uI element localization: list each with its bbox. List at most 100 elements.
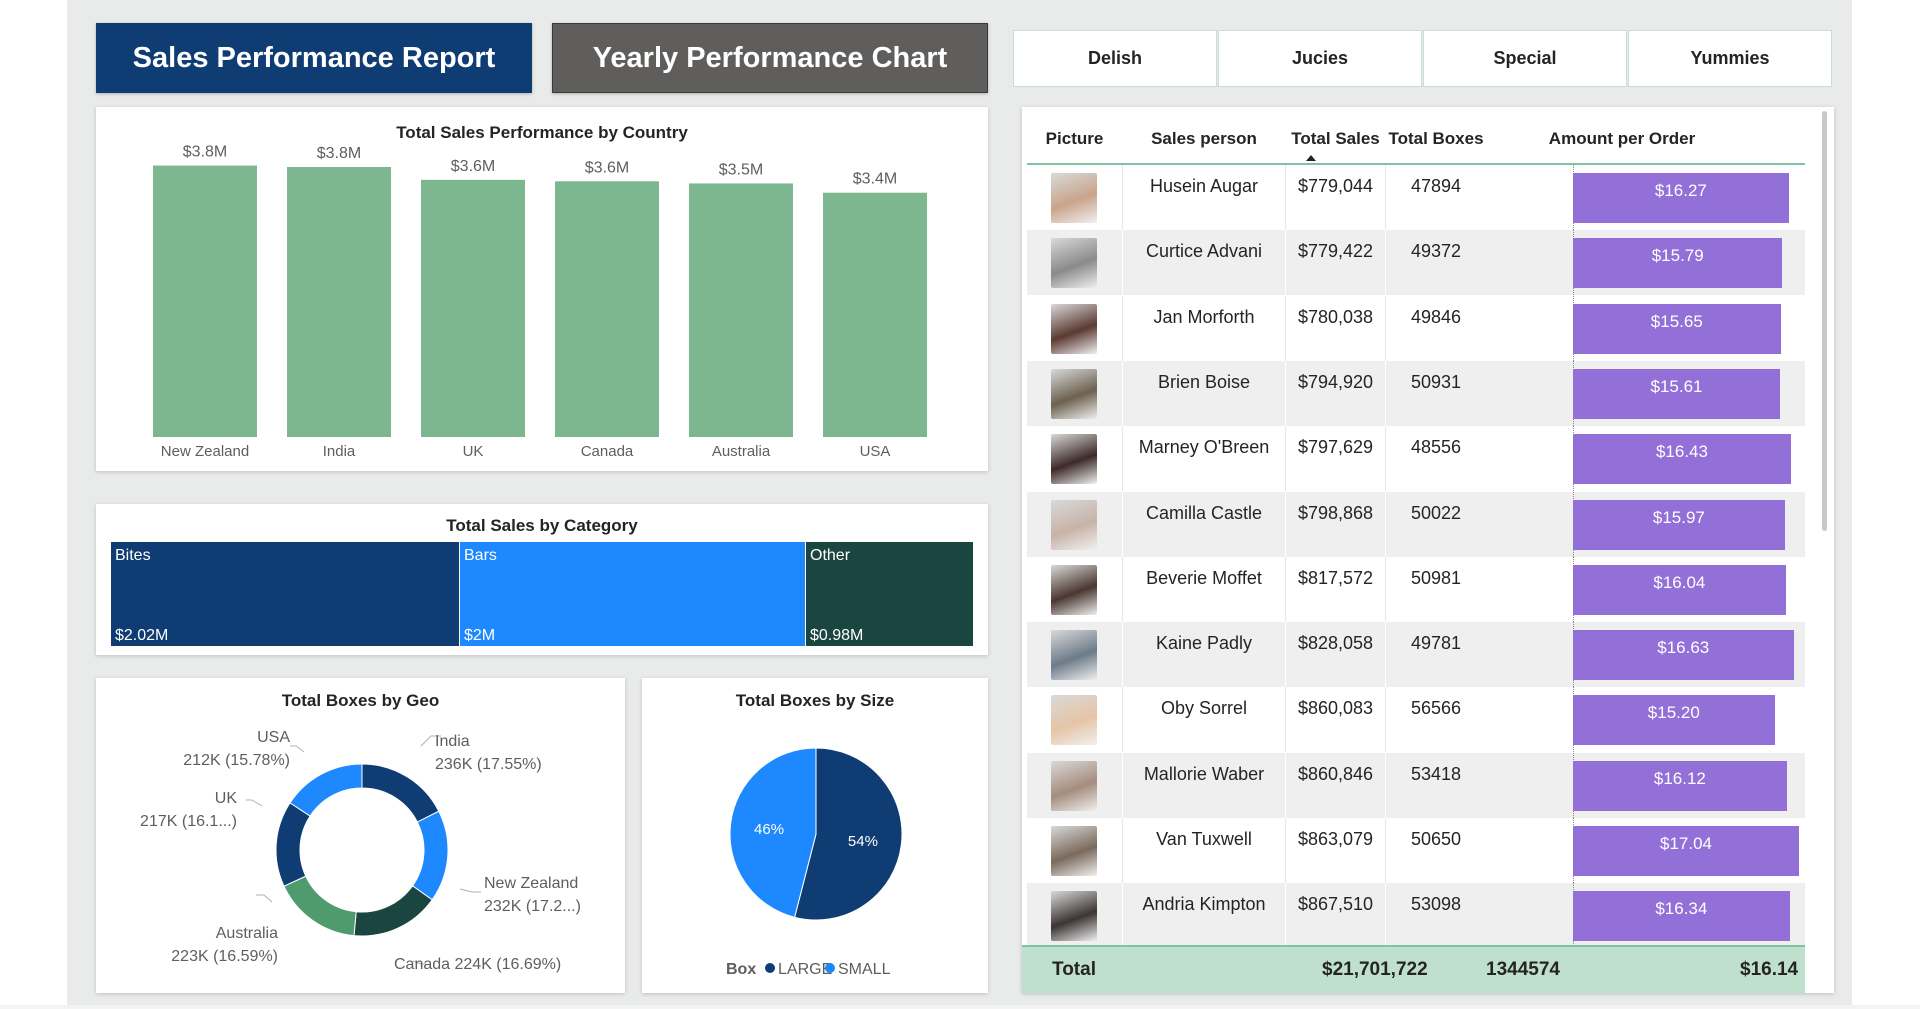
- table-row[interactable]: Beverie Moffet $817,572 50981 $16.04: [1027, 556, 1805, 622]
- amount-per-order-bar: $15.65: [1573, 303, 1781, 354]
- legend-marker: [765, 963, 775, 973]
- total-sales-cell: $798,868: [1297, 502, 1374, 523]
- avatar: [1051, 434, 1097, 485]
- avatar: [1051, 695, 1097, 746]
- donut-slice[interactable]: [275, 802, 311, 887]
- donut-slice[interactable]: [289, 763, 363, 817]
- table-total-row: Total $21,701,722 1344574 $16.14: [1022, 945, 1805, 993]
- sales-person-name: Marney O'Breen: [1138, 437, 1270, 458]
- size-pie-chart: 54% 46% Box LARGE SMALL: [726, 747, 903, 978]
- table-header: Picture Sales person Total Sales Total B…: [1027, 112, 1805, 165]
- x-tick-label: USA: [860, 443, 891, 460]
- table-row[interactable]: Jan Morforth $780,038 49846 $15.65: [1027, 295, 1805, 361]
- total-sales-value: $21,701,722: [1322, 959, 1428, 980]
- total-boxes-cell: 50931: [1410, 371, 1462, 392]
- total-boxes-cell: 56566: [1410, 698, 1462, 719]
- avatar: [1051, 564, 1097, 615]
- amount-per-order-bar: $17.04: [1573, 826, 1799, 876]
- donut-slice[interactable]: [283, 875, 357, 937]
- total-boxes-cell: 50022: [1410, 502, 1462, 523]
- sales-person-name: Camilla Castle: [1145, 502, 1263, 523]
- legend-marker: [825, 963, 835, 973]
- total-sales-cell: $780,038: [1297, 306, 1374, 327]
- total-boxes-cell: 49846: [1410, 306, 1462, 327]
- donut-data-label: Australia: [216, 925, 278, 942]
- column-header-picture[interactable]: Picture: [1027, 112, 1122, 165]
- chart-title: Total Sales by Category: [446, 516, 638, 535]
- total-boxes-cell: 50981: [1410, 567, 1462, 588]
- avatar: [1051, 173, 1097, 223]
- total-sales-cell: $817,572: [1297, 567, 1374, 588]
- column-header-total-boxes[interactable]: Total Boxes: [1386, 112, 1486, 165]
- table-row[interactable]: Oby Sorrel $860,083 56566 $15.20: [1027, 687, 1805, 753]
- yearly-performance-chart-button[interactable]: Yearly Performance Chart: [552, 23, 988, 93]
- donut-slice[interactable]: [411, 810, 449, 901]
- tile-label: Other: [810, 547, 851, 564]
- bar-data-label: $3.6M: [451, 158, 495, 175]
- country-bar[interactable]: [689, 183, 793, 437]
- legend-title: Box: [726, 961, 756, 978]
- bar-data-label: $3.8M: [183, 144, 227, 161]
- total-sales-cell: $794,920: [1297, 371, 1374, 392]
- donut-data-label: 223K (16.59%): [171, 948, 278, 965]
- treemap-tile-bites[interactable]: Bites $2.02M: [111, 542, 459, 646]
- legend-item-label[interactable]: SMALL: [838, 961, 891, 978]
- tile-value: $2M: [464, 627, 496, 644]
- table-row[interactable]: Camilla Castle $798,868 50022 $15.97: [1027, 491, 1805, 557]
- country-bar[interactable]: [421, 179, 525, 437]
- table-row[interactable]: Andria Kimpton $867,510 53098 $16.34: [1027, 883, 1805, 949]
- treemap-tile-bars[interactable]: Bars $2M: [460, 542, 805, 646]
- total-boxes-cell: 49781: [1410, 633, 1462, 654]
- avatar: [1051, 238, 1097, 289]
- sales-person-name: Brien Boise: [1157, 371, 1251, 392]
- amount-per-order-bar: $15.97: [1573, 499, 1785, 550]
- sales-performance-report-button[interactable]: Sales Performance Report: [96, 23, 532, 93]
- country-bar[interactable]: [287, 167, 391, 437]
- tab-jucies[interactable]: Jucies: [1218, 30, 1422, 87]
- table-row[interactable]: Van Tuxwell $863,079 50650 $17.04: [1027, 818, 1805, 883]
- sales-person-name: Husein Augar: [1149, 176, 1259, 196]
- tab-special[interactable]: Special: [1423, 30, 1627, 87]
- table-row[interactable]: Kaine Padly $828,058 49781 $16.63: [1027, 622, 1805, 688]
- donut-data-label: 217K (16.1...): [140, 813, 237, 830]
- sales-person-name: Kaine Padly: [1155, 633, 1253, 654]
- legend-item-label[interactable]: LARGE: [778, 961, 832, 978]
- column-header-amount-per-order[interactable]: Amount per Order: [1487, 112, 1757, 165]
- sort-ascending-icon: [1306, 155, 1316, 161]
- tab-yummies[interactable]: Yummies: [1628, 30, 1832, 87]
- tile-label: Bars: [464, 547, 497, 564]
- tab-delish[interactable]: Delish: [1013, 30, 1217, 87]
- avatar: [1051, 630, 1097, 681]
- table-scrollbar-thumb[interactable]: [1822, 111, 1827, 531]
- pie-data-label: 46%: [754, 821, 784, 838]
- sales-person-name: Oby Sorrel: [1160, 698, 1248, 719]
- amount-per-order-bar: $16.27: [1573, 173, 1789, 223]
- column-header-sales-person[interactable]: Sales person: [1123, 112, 1285, 165]
- leader-line: [290, 745, 305, 753]
- country-bar[interactable]: [823, 192, 927, 437]
- total-amount-value: $16.14: [1740, 959, 1799, 980]
- treemap-tile-other[interactable]: Other $0.98M: [806, 542, 973, 646]
- table-row[interactable]: Husein Augar $779,044 47894 $16.27: [1027, 165, 1805, 230]
- total-sales-cell: $860,846: [1297, 763, 1374, 784]
- donut-slice[interactable]: [353, 885, 433, 937]
- total-boxes-cell: 47894: [1410, 176, 1462, 196]
- column-header-total-sales[interactable]: Total Sales: [1286, 112, 1385, 165]
- table-row[interactable]: Mallorie Waber $860,846 53418 $16.12: [1027, 752, 1805, 818]
- table-row[interactable]: Curtice Advani $779,422 49372 $15.79: [1027, 230, 1805, 296]
- sales-person-name: Beverie Moffet: [1146, 567, 1262, 588]
- amount-per-order-bar: $15.61: [1573, 368, 1781, 419]
- table-row[interactable]: Marney O'Breen $797,629 48556 $16.43: [1027, 426, 1805, 492]
- x-tick-label: New Zealand: [161, 443, 249, 460]
- country-bar[interactable]: [555, 181, 659, 437]
- category-sales-panel: Total Sales by Category Bites $2.02M Bar…: [96, 504, 988, 655]
- donut-slice[interactable]: [361, 763, 440, 823]
- column-header-label: Total Sales: [1291, 128, 1380, 148]
- donut-data-label: 236K (17.55%): [435, 756, 542, 773]
- x-tick-label: India: [323, 443, 356, 460]
- table-row[interactable]: Brien Boise $794,920 50931 $15.61: [1027, 360, 1805, 426]
- country-bar[interactable]: [153, 165, 257, 438]
- total-boxes-cell: 53418: [1410, 763, 1462, 784]
- geo-boxes-panel: Total Boxes by Geo India 236K (17.55%) New…: [96, 678, 625, 993]
- donut-data-label: India: [435, 733, 470, 750]
